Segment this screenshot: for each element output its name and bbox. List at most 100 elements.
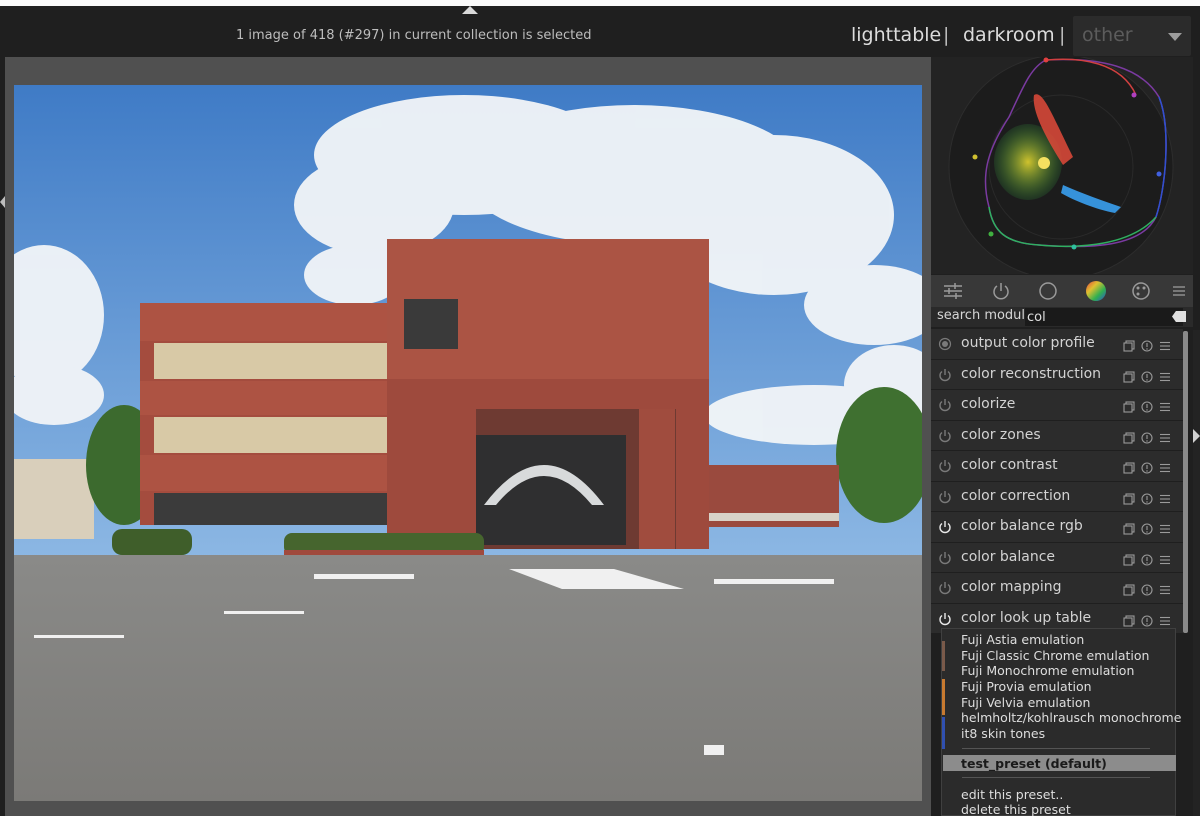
vectorscope-histogram[interactable] [931, 54, 1193, 280]
always-on-icon[interactable] [938, 336, 952, 351]
preset-item[interactable]: helmholtz/kohlrausch monochrome [961, 710, 1181, 725]
photo[interactable] [14, 85, 922, 801]
reset-icon[interactable] [1141, 551, 1153, 566]
multi-instance-icon[interactable] [1123, 612, 1135, 627]
preset-action-delete[interactable]: delete this preset [961, 802, 1071, 816]
presets-menu-icon[interactable] [1159, 581, 1171, 595]
module-row[interactable]: color balance [931, 542, 1183, 573]
power-icon-graphic [993, 283, 1009, 300]
reset-icon-graphic [1141, 370, 1153, 383]
reset-icon[interactable] [1141, 490, 1153, 505]
header: 1 image of 418 (#297) in current collect… [0, 14, 1200, 56]
reset-icon-graphic [1141, 401, 1153, 413]
menu-icon[interactable] [1167, 279, 1191, 303]
preset-item-selected[interactable]: test_preset (default) [961, 756, 1107, 771]
reset-icon[interactable] [1141, 337, 1153, 352]
module-power-icon[interactable] [938, 428, 952, 442]
module-power-icon[interactable] [938, 367, 952, 381]
power-icon-graphic [939, 368, 951, 381]
multi-instance-icon[interactable] [1123, 398, 1135, 413]
module-row[interactable]: color correction [931, 481, 1183, 512]
preset-item[interactable]: it8 skin tones [961, 726, 1045, 741]
reset-icon[interactable] [1141, 368, 1153, 383]
power-icon-graphic [939, 460, 951, 473]
view-other-dropdown[interactable]: other [1073, 16, 1191, 56]
module-name: color mapping [961, 579, 1062, 595]
preset-item[interactable]: Fuji Provia emulation [961, 679, 1092, 694]
reset-icon[interactable] [1141, 429, 1153, 444]
presets-menu-icon[interactable] [1159, 490, 1171, 503]
reset-icon-graphic [1141, 431, 1153, 444]
module-row[interactable]: colorize [931, 390, 1183, 421]
search-module-input[interactable] [1025, 308, 1183, 326]
presets-menu-icon[interactable] [1159, 551, 1171, 564]
presets-menu-icon[interactable] [1159, 368, 1171, 381]
search-module-label: search module [937, 308, 1034, 323]
preset-item[interactable]: Fuji Velvia emulation [961, 695, 1090, 710]
multi-instance-icon[interactable] [1123, 459, 1135, 474]
multi-instance-icon[interactable] [1123, 581, 1135, 596]
palette-icon[interactable] [1129, 279, 1153, 303]
module-row[interactable]: output color profile [931, 329, 1183, 360]
view-lighttable-link[interactable]: lighttable [851, 24, 941, 46]
presets-menu-icon[interactable] [1159, 612, 1171, 625]
presets-menu-icon[interactable] [1159, 398, 1171, 412]
module-row[interactable]: color balance rgb [931, 512, 1183, 543]
reset-icon[interactable] [1141, 581, 1153, 596]
reset-icon[interactable] [1141, 459, 1153, 474]
multi-instance-icon-graphic [1123, 584, 1135, 596]
view-darkroom-link[interactable]: darkroom [963, 24, 1055, 46]
multi-instance-icon[interactable] [1123, 368, 1135, 383]
module-power-icon[interactable] [938, 489, 952, 503]
module-power-icon[interactable] [938, 550, 952, 564]
multi-instance-icon[interactable] [1123, 337, 1135, 352]
module-power-icon[interactable] [938, 580, 952, 595]
reset-icon[interactable] [1141, 612, 1153, 627]
multi-instance-icon[interactable] [1123, 551, 1135, 566]
multi-instance-icon-graphic [1123, 370, 1135, 383]
preset-item[interactable]: Fuji Monochrome emulation [961, 663, 1134, 678]
module-row[interactable]: color zones [931, 420, 1183, 451]
multi-instance-icon-graphic [1123, 523, 1135, 535]
presets-menu-icon[interactable] [1159, 520, 1171, 534]
power-icon[interactable] [989, 279, 1013, 303]
module-row[interactable]: color reconstruction [931, 359, 1183, 390]
presets-menu-icon[interactable] [1159, 459, 1171, 473]
presets-menu-icon-graphic [1160, 494, 1170, 503]
presets-menu-icon[interactable] [1159, 337, 1171, 351]
module-power-icon[interactable] [938, 611, 952, 625]
multi-instance-icon[interactable] [1123, 520, 1135, 535]
top-panel-collapse-icon[interactable] [462, 6, 478, 14]
circle-icon[interactable] [1036, 279, 1060, 303]
preset-item[interactable]: Fuji Classic Chrome emulation [961, 648, 1149, 663]
preset-color-stripe [942, 717, 945, 749]
search-module-row: search module [931, 307, 1193, 327]
view-separator: | [943, 24, 950, 46]
photo-image [14, 85, 922, 801]
right-panel-collapse-icon[interactable] [1193, 429, 1200, 443]
reset-icon-graphic [1141, 340, 1153, 352]
module-row[interactable]: color contrast [931, 451, 1183, 482]
multi-instance-icon[interactable] [1123, 490, 1135, 505]
multi-instance-icon[interactable] [1123, 429, 1135, 444]
power-icon-graphic [939, 521, 951, 534]
module-power-icon[interactable] [938, 519, 952, 534]
color-wheel-icon[interactable] [1084, 279, 1108, 303]
reset-icon[interactable] [1141, 520, 1153, 535]
presets-menu-icon[interactable] [1159, 429, 1171, 442]
module-actions [1123, 398, 1171, 413]
presets-menu-icon-graphic [1160, 341, 1170, 351]
preset-action-edit[interactable]: edit this preset.. [961, 787, 1063, 802]
presets-menu-icon-graphic [1160, 402, 1170, 412]
module-list-scrollbar[interactable] [1183, 331, 1188, 633]
module-row[interactable]: color mapping [931, 573, 1183, 604]
selection-status: 1 image of 418 (#297) in current collect… [236, 28, 592, 43]
module-power-icon[interactable] [938, 397, 952, 412]
view-other-label: other [1082, 24, 1133, 46]
module-actions [1123, 520, 1171, 535]
sliders-icon[interactable] [941, 279, 965, 303]
preset-item[interactable]: Fuji Astia emulation [961, 632, 1084, 647]
reset-icon[interactable] [1141, 398, 1153, 413]
module-power-icon[interactable] [938, 458, 952, 473]
circle-icon-graphic [1039, 282, 1057, 300]
